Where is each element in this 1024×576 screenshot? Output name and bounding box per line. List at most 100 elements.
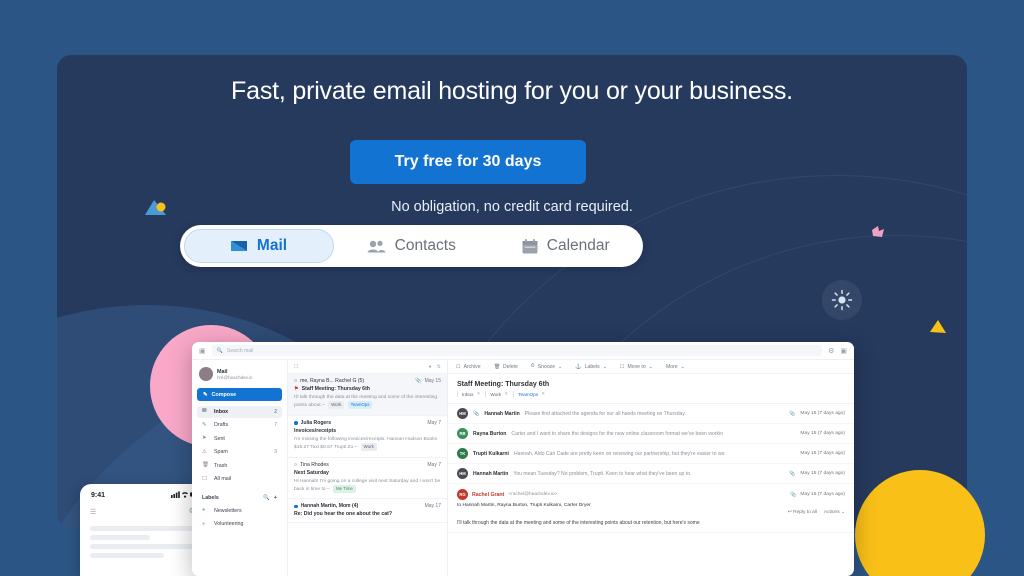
allmail-icon: ☐ (202, 475, 207, 482)
sidebar-item-count: 7 (274, 422, 277, 429)
thread-snippet: Hannah, Aldo Can Cade are pretty keen on… (513, 450, 725, 457)
triangle-yellow-icon (928, 318, 948, 340)
message-subject-row: Invoices/receipts (294, 428, 441, 434)
refresh-icon[interactable]: ● (429, 364, 432, 370)
phone-time: 9:41 (91, 492, 106, 499)
table-row[interactable]: ○ Tina Rhodes May 7 Next Saturday Hi Han… (288, 458, 447, 500)
labels-header-label: Labels (202, 494, 219, 501)
thread-date: May 15 (7 days ago) (800, 451, 845, 456)
page-title: Fast, private email hosting for you or y… (231, 77, 793, 105)
thread-item[interactable]: TK Trupti Kulkarni Hannah, Aldo Can Cade… (448, 444, 854, 464)
table-row[interactable]: Hannah Martin, Mom (4) May 17 Re: Did yo… (288, 499, 447, 524)
avatar: TK (457, 448, 468, 459)
product-tabbar: Mail Contacts Calendar (180, 225, 643, 267)
labels-button[interactable]: ⚓ Labels ⌄ (575, 364, 607, 370)
search-placeholder: Search mail (226, 347, 254, 354)
layout-icon[interactable]: ▣ (840, 347, 847, 355)
tab-mail[interactable]: Mail (184, 229, 334, 263)
phone-toolbar: ☰ 🔍 (80, 502, 208, 522)
triangle-blue-icon (144, 198, 168, 223)
panel-toggle-icon[interactable]: ▣ (199, 347, 206, 355)
sidebar-item-inbox[interactable]: ✉ Inbox 2 (197, 406, 282, 418)
reader-tag[interactable]: TeamOps ✕ (513, 391, 545, 397)
reply-all-button[interactable]: ↩ Reply to all (788, 510, 817, 515)
message-date: May 7 (427, 419, 441, 426)
attachment-icon: 📎 (789, 410, 796, 417)
search-input[interactable]: 🔍 Search mail (211, 345, 823, 356)
folder-icon: ☐ (619, 363, 625, 370)
mail-icon (230, 240, 248, 252)
message-subject: Invoices/receipts (294, 427, 337, 434)
checkbox-icon[interactable]: ☐ (294, 364, 299, 370)
sidebar-item-sent[interactable]: ➤ Sent (197, 433, 282, 445)
thread-sender: Hannah Martin (484, 410, 520, 417)
labels-add-icon[interactable]: + (274, 495, 277, 501)
thread-item[interactable]: HM Hannah Martin You mean Tuesday? No pr… (448, 464, 854, 484)
archive-button[interactable]: ☐ Archive (456, 364, 481, 370)
sidebar-item-label: Spam (214, 449, 228, 456)
table-row[interactable]: Julia Rogers May 7 Invoices/receipts I'm… (288, 416, 447, 458)
thread-sender: Hannah Martin (473, 470, 509, 477)
sidebar-item-drafts[interactable]: ✎ Drafts 7 (197, 420, 282, 432)
attachment-icon: 📎 (789, 470, 796, 477)
actions-button[interactable]: Actions ⌄ (824, 510, 845, 515)
message-from: Tina Rhodes (300, 461, 329, 468)
close-icon[interactable]: ✕ (504, 391, 508, 397)
chevron-down-icon: ⌄ (648, 363, 653, 370)
more-button[interactable]: More ⌄ (666, 364, 685, 370)
sidebar-item-volunteering[interactable]: ● Volunteering (197, 519, 282, 531)
message-snippet: Hi Hannah! I'm going on a college visit … (294, 478, 441, 493)
thread-snippet: Please find attached the agenda for our … (524, 410, 686, 417)
calendar-icon (522, 238, 538, 254)
account-switcher[interactable]: Mail hm@heachdev.io (197, 365, 282, 386)
message-date: May 15 (424, 378, 441, 384)
close-icon[interactable]: ✕ (541, 391, 545, 397)
tab-mail-label: Mail (256, 237, 288, 254)
chevron-down-icon: ⌄ (840, 509, 845, 515)
message-from: Julia Rogers (300, 419, 332, 426)
compose-button[interactable]: ✎ Compose (197, 388, 282, 401)
reader-tag[interactable]: Work ✕ (485, 391, 508, 397)
reader-tag[interactable]: Inbox ✕ (457, 391, 480, 397)
avatar: HM (457, 408, 468, 419)
phone-status-bar: 9:41 (80, 484, 208, 502)
phone-placeholder-row (90, 544, 198, 549)
table-row[interactable]: ○ me, Rayna B... Rachel G (5) 📎 May 15 ⚑… (288, 374, 447, 416)
delete-button[interactable]: 🗑 Delete (494, 364, 518, 370)
sidebar-item-label: Newsletters (214, 507, 242, 514)
reader-subject: Staff Meeting: Thursday 6th (457, 381, 550, 388)
thread-item[interactable]: RB Rayna Burton Carter and I want to sha… (448, 424, 854, 444)
close-icon[interactable]: ✕ (476, 391, 480, 397)
message-snippet: I'll talk through the data at the meetin… (294, 395, 438, 409)
thread-date: May 15 (7 days ago) (800, 431, 845, 436)
label-tag-icon: ● (202, 520, 206, 527)
tab-contacts[interactable]: Contacts (334, 229, 489, 263)
unread-indicator: ○ (294, 461, 298, 468)
reader-tags: Inbox ✕ Work ✕ TeamOps ✕ (448, 391, 854, 403)
message-subject: Next Saturday (294, 469, 329, 476)
message-from: Hannah Martin, Mom (4) (300, 503, 359, 510)
message-chip: TeamOps (347, 401, 373, 409)
tab-calendar[interactable]: Calendar (489, 229, 644, 263)
phone-menu-icon[interactable]: ☰ (90, 508, 96, 516)
thread-date: May 15 (7 days ago) (800, 471, 845, 476)
sun-icon (822, 280, 862, 320)
expanded-date: May 15 (7 days ago) (800, 492, 845, 497)
snooze-button[interactable]: ⏱ Snooze ⌄ (531, 363, 563, 370)
move-to-button[interactable]: ☐ Move to ⌄ (620, 364, 653, 370)
message-thread: HM 📎 Hannah Martin Please find attached … (448, 403, 854, 576)
expanded-recipients: to Hannah Martin, Rayna Burton, Trupti K… (457, 502, 591, 508)
thread-item[interactable]: HM 📎 Hannah Martin Please find attached … (448, 404, 854, 424)
labels-search-icon[interactable]: 🔍 (263, 495, 270, 501)
sidebar-item-trash[interactable]: 🗑 Trash (197, 460, 282, 472)
sidebar-item-all-mail[interactable]: ☐ All mail (197, 474, 282, 486)
sidebar-item-spam[interactable]: ⚠ Spam 3 (197, 447, 282, 459)
chevron-down-icon: ⌄ (680, 363, 685, 370)
sent-icon: ➤ (202, 435, 207, 442)
try-free-button[interactable]: Try free for 30 days (350, 140, 586, 184)
sidebar-item-newsletters[interactable]: ● Newsletters (197, 505, 282, 517)
gear-icon[interactable]: ⚙ (828, 347, 834, 355)
reader-toolbar: ☐ Archive 🗑 Delete ⏱ Snooze ⌄ ⚓ Labels ⌄… (448, 360, 854, 374)
sort-icon[interactable]: ⇅ (437, 364, 441, 370)
avatar: HM (457, 468, 468, 479)
